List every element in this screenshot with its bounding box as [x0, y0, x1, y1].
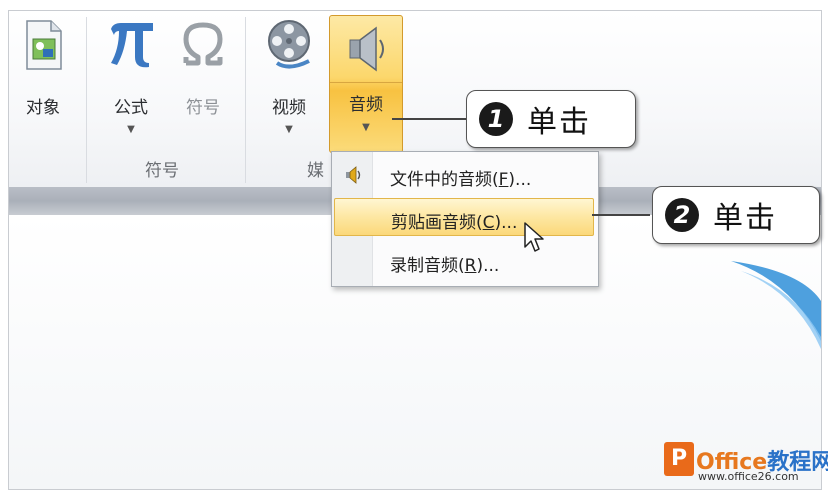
video-button[interactable]: 视频 ▼ — [259, 17, 319, 135]
callout-leader-line — [592, 214, 650, 216]
group-separator — [86, 17, 87, 183]
menu-item-audio-from-file[interactable]: 文件中的音频(F)... — [334, 156, 594, 194]
video-label: 视频 — [272, 98, 306, 118]
formula-label: 公式 — [114, 98, 148, 118]
step-instruction: 单击 — [527, 105, 591, 140]
audio-dropdown-menu: 文件中的音频(F)... 剪贴画音频(C)... 录制音频(R)... — [331, 151, 599, 287]
step-instruction: 单击 — [713, 201, 777, 236]
symbol-label: 符号 — [186, 98, 220, 118]
menu-item-record-audio[interactable]: 录制音频(R)... — [334, 242, 594, 280]
menu-item-clip-art-audio[interactable]: 剪贴画音频(C)... — [334, 198, 594, 236]
speaker-icon — [346, 166, 361, 184]
omega-icon — [183, 22, 223, 66]
pi-icon — [111, 23, 153, 68]
object-button[interactable]: 对象 — [15, 19, 71, 118]
watermark-url: www.office26.com — [698, 470, 799, 483]
step-callout-1: 1 单击 — [466, 90, 636, 148]
step-number-badge: 1 — [479, 102, 513, 136]
callout-leader-line — [392, 118, 466, 120]
chevron-down-icon[interactable]: ▼ — [259, 124, 319, 135]
step-callout-2: 2 单击 — [652, 186, 820, 244]
split-divider — [330, 82, 402, 83]
menu-item-label: 文件中的音频(F)... — [390, 170, 532, 190]
site-watermark: P Office教程网 www.office26.com — [656, 436, 828, 493]
powerpoint-window: 对象 公式 ▼ 符号 符号 视频 ▼ 音频 ▼ 媒 文件中的音频(F)... 剪… — [8, 10, 822, 490]
group-separator — [245, 17, 246, 183]
speaker-icon — [349, 26, 384, 72]
mouse-cursor-icon — [524, 222, 544, 252]
decorative-swoosh — [731, 261, 821, 349]
group-label-media: 媒 — [307, 161, 324, 181]
menu-item-label: 剪贴画音频(C)... — [391, 213, 518, 233]
object-icon — [26, 20, 62, 70]
menu-item-label: 录制音频(R)... — [390, 256, 500, 276]
object-label: 对象 — [26, 98, 60, 118]
film-reel-icon — [268, 20, 310, 69]
audio-label: 音频 — [349, 95, 383, 115]
symbol-button[interactable]: 符号 — [173, 17, 233, 118]
chevron-down-icon[interactable]: ▼ — [101, 124, 161, 135]
group-label-symbols: 符号 — [145, 161, 179, 181]
chevron-down-icon[interactable]: ▼ — [330, 122, 402, 133]
audio-button[interactable]: 音频 ▼ — [329, 15, 403, 153]
formula-button[interactable]: 公式 ▼ — [101, 17, 161, 135]
office-logo-icon: P — [664, 442, 694, 476]
step-number-badge: 2 — [665, 198, 699, 232]
